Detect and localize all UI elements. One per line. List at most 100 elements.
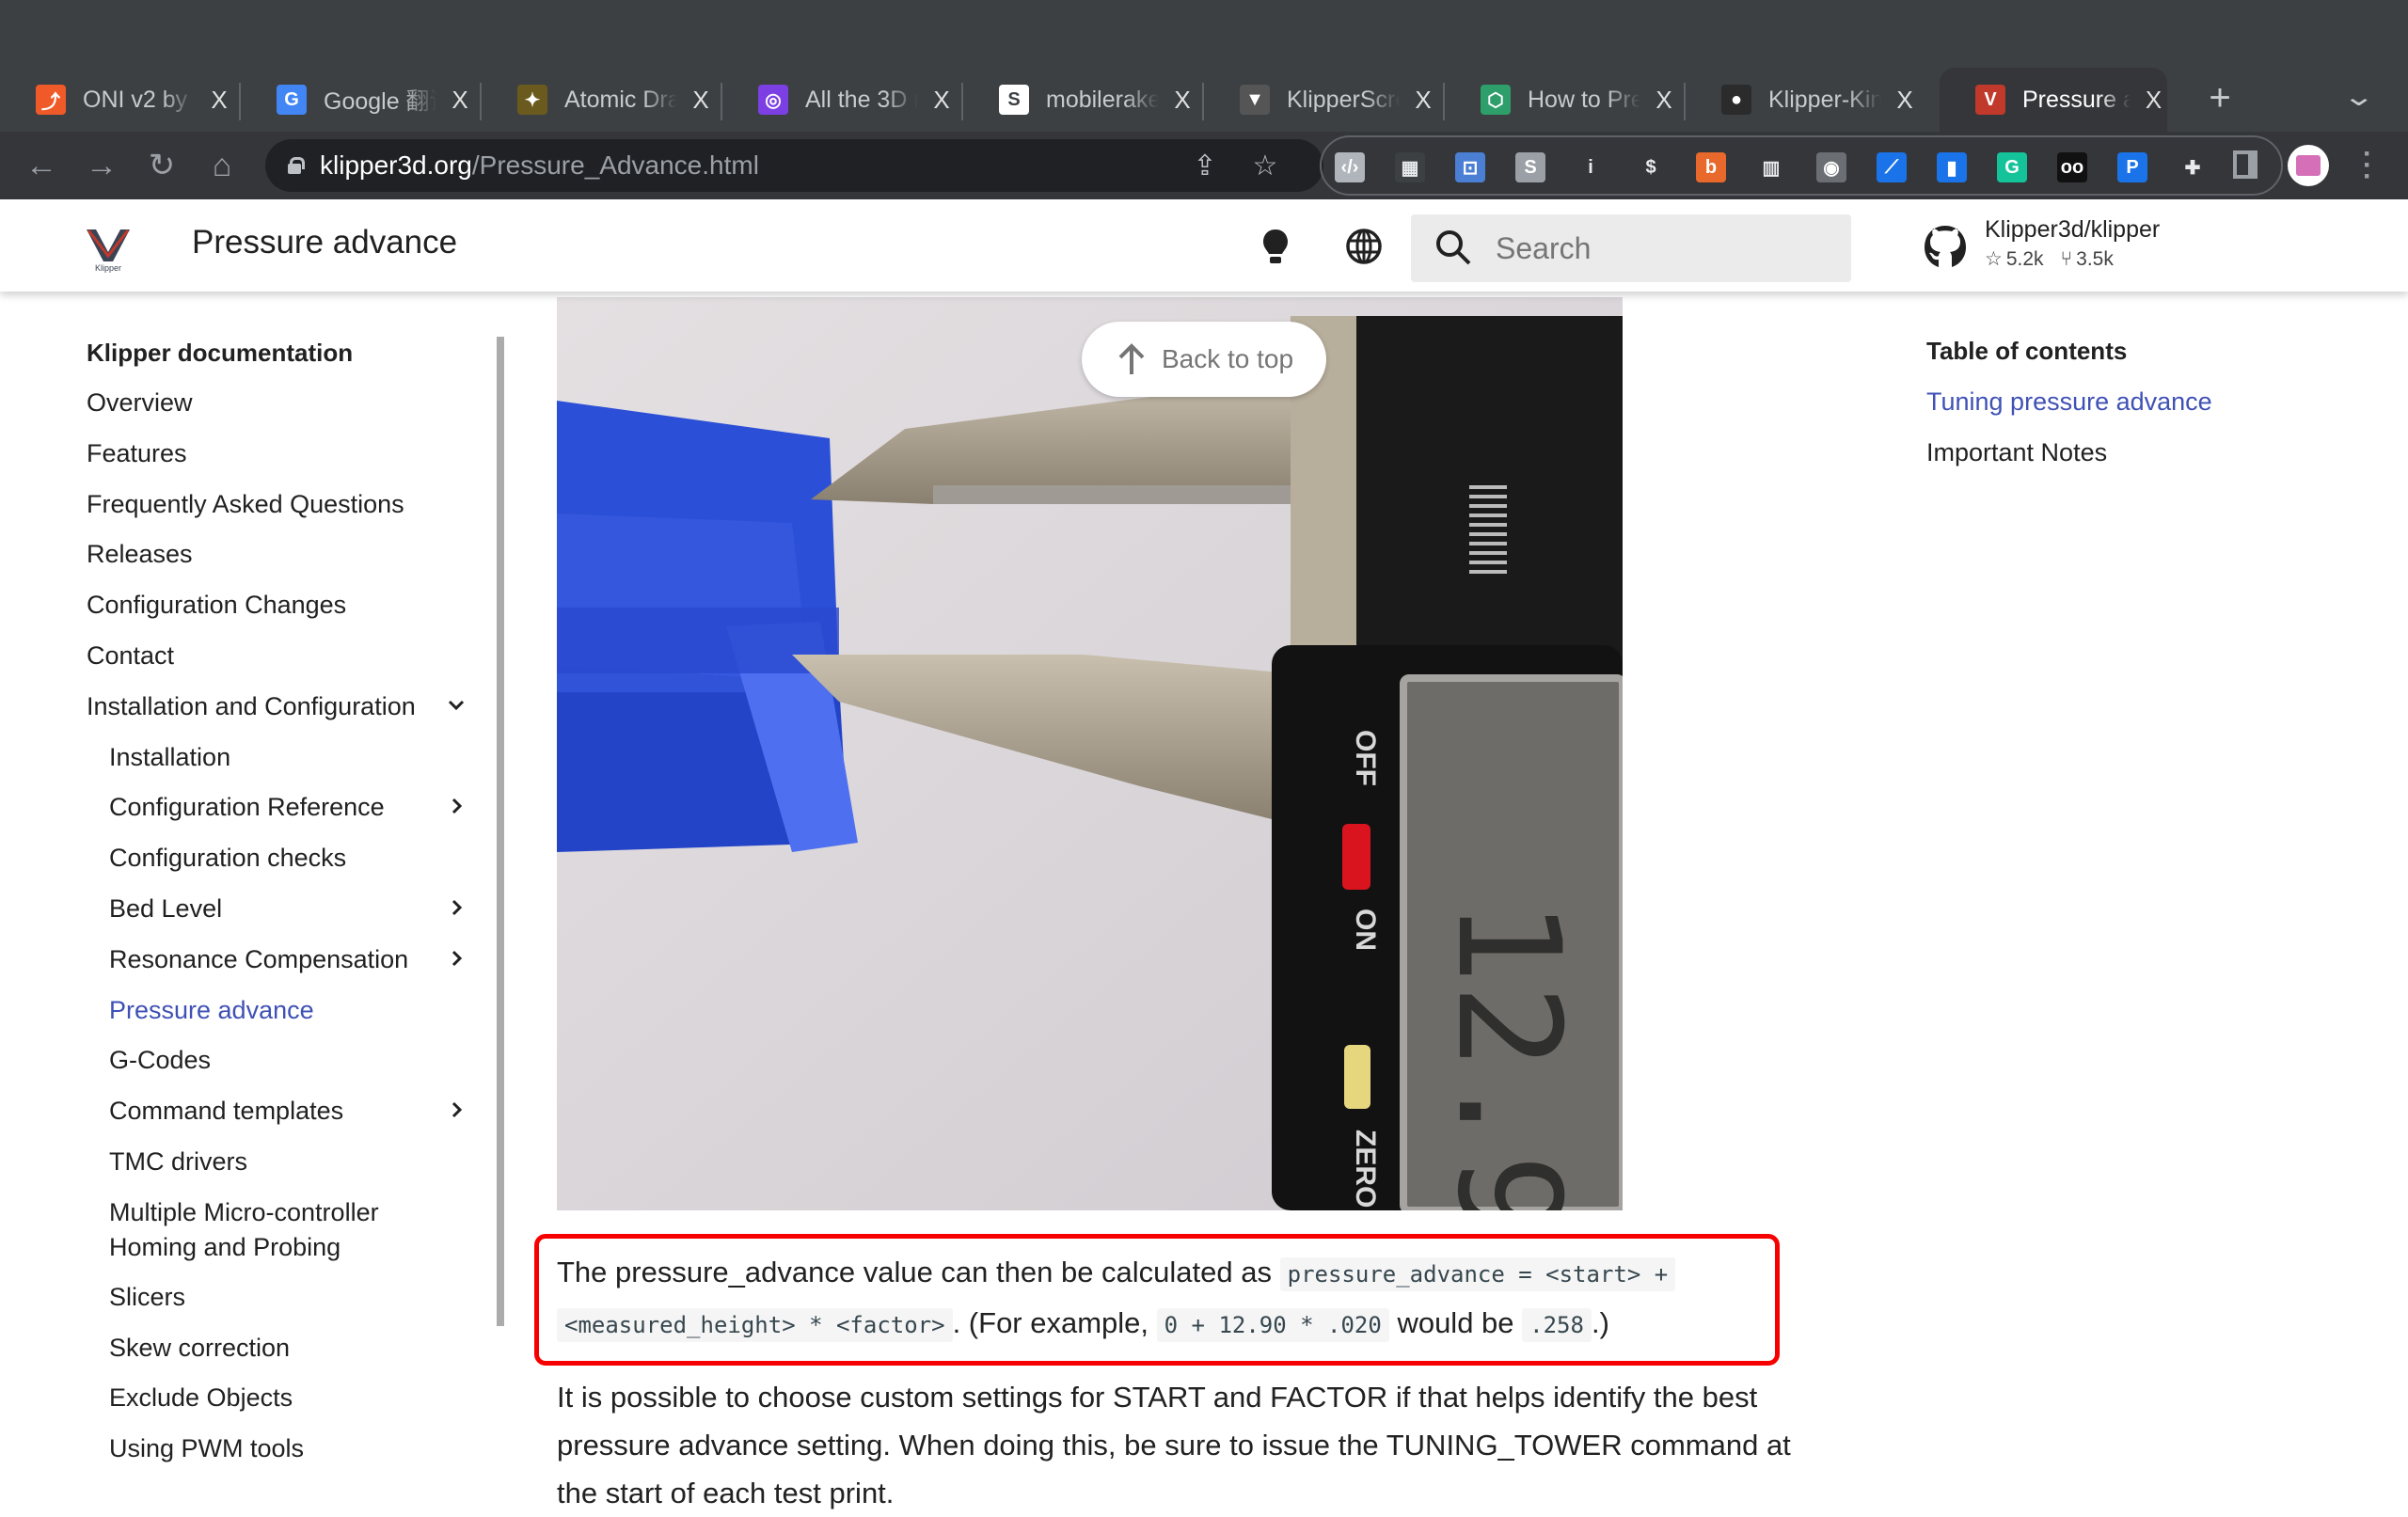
new-tab-button[interactable]: + — [2201, 79, 2239, 117]
price-search-ext-icon[interactable]: $ — [1636, 152, 1666, 182]
eyedropper-ext-icon[interactable]: ⟋ — [1877, 152, 1907, 182]
tab-title: Pressure advance — [2022, 86, 2131, 113]
github-icon: ● — [1721, 85, 1751, 115]
lock-icon — [288, 157, 305, 174]
tab-close-icon[interactable]: X — [1409, 86, 1437, 115]
text: . (For example, — [952, 1306, 1157, 1339]
sidebar-item[interactable]: Exclude Objects — [109, 1381, 293, 1415]
chevron-right-icon[interactable] — [446, 792, 467, 827]
sidebar-item[interactable]: Features — [87, 436, 187, 471]
share-icon[interactable]: ⇪ — [1188, 149, 1222, 182]
sidebar-item[interactable]: TMC drivers — [109, 1145, 247, 1179]
tab-close-icon[interactable]: X — [446, 86, 474, 115]
chevron-right-icon[interactable] — [446, 893, 467, 928]
sidebar-item[interactable]: Configuration checks — [109, 841, 346, 876]
caliper-on-button — [1342, 824, 1370, 890]
caliper-reading: 12.90 — [1426, 899, 1590, 1210]
tab-close-icon[interactable]: X — [2140, 86, 2167, 115]
toc-item[interactable]: Tuning pressure advance — [1926, 387, 2212, 417]
chevron-down-icon[interactable] — [446, 691, 467, 726]
site-search[interactable] — [1411, 214, 1851, 282]
search-input[interactable] — [1496, 230, 1834, 266]
reload-button[interactable]: ↻ — [139, 143, 184, 188]
tripadvisor-ext-icon[interactable]: oo — [2057, 152, 2087, 182]
sidebar-item[interactable]: Multiple Micro-controller Homing and Prob… — [109, 1195, 379, 1265]
sidebar-item[interactable]: Configuration Changes — [87, 588, 346, 623]
browser-tab[interactable]: ● Klipper-Kinematics X — [1686, 68, 1926, 132]
theme-toggle-button[interactable] — [1255, 226, 1296, 267]
caliper-photo: OFF ON ZERO 12.90 — [557, 297, 1623, 1210]
browser-tab[interactable]: G Google 翻译 X — [241, 68, 482, 132]
bookmark-ext-icon[interactable]: ▮ — [1937, 152, 1967, 182]
back-to-top-button[interactable]: Back to top — [1082, 322, 1326, 397]
tab-close-icon[interactable]: X — [1891, 86, 1919, 115]
sidebar-item[interactable]: Installation — [109, 740, 230, 775]
browser-tab[interactable]: ⬡ How to Prepare X — [1445, 68, 1686, 132]
home-button[interactable]: ⌂ — [199, 143, 245, 188]
tag-ext-icon[interactable]: ⊡ — [1455, 152, 1485, 182]
chevron-right-icon[interactable] — [446, 1096, 467, 1130]
sidebar-item[interactable]: Contact — [87, 639, 174, 673]
toc-item[interactable]: Important Notes — [1926, 438, 2107, 467]
tab-search-button[interactable]: ⌄ — [2342, 81, 2375, 112]
tab-close-icon[interactable]: X — [205, 86, 233, 115]
browser-tab[interactable]: ▼ KlipperScreen X — [1204, 68, 1445, 132]
browser-tab[interactable]: ⤴ ONI v2 by Nerdy X — [0, 68, 241, 132]
back-button[interactable]: ← — [19, 143, 64, 188]
tab-close-icon[interactable]: X — [687, 86, 715, 115]
dev-tools-ext-icon[interactable]: ‹/› — [1335, 152, 1365, 182]
sidebar-item[interactable]: Skew correction — [109, 1331, 290, 1366]
browser-tab[interactable]: Smobileraker X — [963, 68, 1204, 132]
sidebar-item[interactable]: Slicers — [109, 1280, 185, 1315]
parking-ext-icon[interactable]: P — [2117, 152, 2147, 182]
sidebar-item[interactable]: Command templates — [109, 1094, 343, 1129]
sidebar-scrollbar[interactable] — [497, 337, 504, 1326]
bing-ext-icon[interactable]: b — [1696, 152, 1726, 182]
chevron-right-icon[interactable] — [446, 944, 467, 979]
site-header: Klipper Pressure advance Klipper3d/klipp… — [0, 199, 2408, 292]
github-repo-link[interactable]: Klipper3d/klipper ☆ 5.2k ⑂ 3.5k — [1923, 216, 2160, 273]
sidebar-item[interactable]: G-Codes — [109, 1043, 211, 1078]
browser-tab[interactable]: ✦ Atomic Dragon X — [482, 68, 722, 132]
forward-button[interactable]: → — [79, 143, 124, 188]
trash-ext-icon[interactable]: ▥ — [1756, 152, 1786, 182]
browser-tab[interactable]: ◎ All the 3D models X — [722, 68, 963, 132]
info-ext-icon[interactable]: i — [1576, 152, 1606, 182]
camera-ext-icon[interactable]: ◉ — [1816, 152, 1846, 182]
home-icon: ⌂ — [212, 147, 232, 183]
sidebar-item[interactable]: Pressure advance — [109, 993, 314, 1028]
tab-close-icon[interactable]: X — [927, 86, 956, 115]
url-host: klipper3d.org — [320, 150, 472, 180]
swirl-ext-icon[interactable]: S — [1515, 152, 1545, 182]
tab-title: Klipper-Kinematics — [1768, 86, 1881, 113]
url-text[interactable]: klipper3d.org/Pressure_Advance.html — [320, 150, 759, 181]
browser-menu-icon[interactable]: · · · — [2361, 140, 2374, 191]
bookmark-star-icon[interactable]: ☆ — [1248, 149, 1282, 182]
sidebar-item[interactable]: Frequently Asked Questions — [87, 487, 404, 522]
sidebar-item[interactable]: Resonance Compensation — [109, 942, 408, 977]
page-title: Pressure advance — [192, 224, 458, 261]
address-bar[interactable]: klipper3d.org/Pressure_Advance.html ⇪ ☆ — [265, 139, 1323, 192]
tab-close-icon[interactable]: X — [1168, 86, 1196, 115]
grammarly-ext-icon[interactable]: G — [1997, 152, 2027, 182]
sidebar-item[interactable]: Using PWM tools — [109, 1431, 304, 1466]
profile-avatar[interactable] — [2288, 145, 2329, 186]
docs-sidebar: Klipper documentation Overview Features Fr… — [0, 292, 508, 1505]
caliper-zero-label: ZERO — [1350, 1130, 1381, 1208]
sidebar-item-label: Multiple Micro-controller — [109, 1197, 379, 1226]
tab-close-icon[interactable]: X — [1650, 86, 1678, 115]
custom-settings-paragraph: It is possible to choose custom settings… — [557, 1373, 1874, 1517]
github-icon — [1925, 226, 1966, 267]
browser-tab[interactable]: V Pressure advance X — [1940, 68, 2167, 132]
side-panel-icon[interactable] — [2233, 150, 2258, 179]
sidebar-item[interactable]: Overview — [87, 386, 193, 420]
sidebar-item[interactable]: Installation and Configuration — [87, 689, 416, 724]
tab-title: How to Prepare — [1528, 86, 1640, 113]
sidebar-item[interactable]: Releases — [87, 537, 193, 572]
sidebar-item[interactable]: Bed Level — [109, 892, 222, 926]
sidebar-item[interactable]: Configuration Reference — [109, 790, 385, 825]
klipper-logo[interactable]: Klipper — [85, 228, 132, 273]
qr-code-ext-icon[interactable]: ▦ — [1395, 152, 1425, 182]
language-button[interactable] — [1343, 226, 1385, 267]
puzzle-extensions-icon[interactable]: ✚ — [2178, 152, 2208, 182]
